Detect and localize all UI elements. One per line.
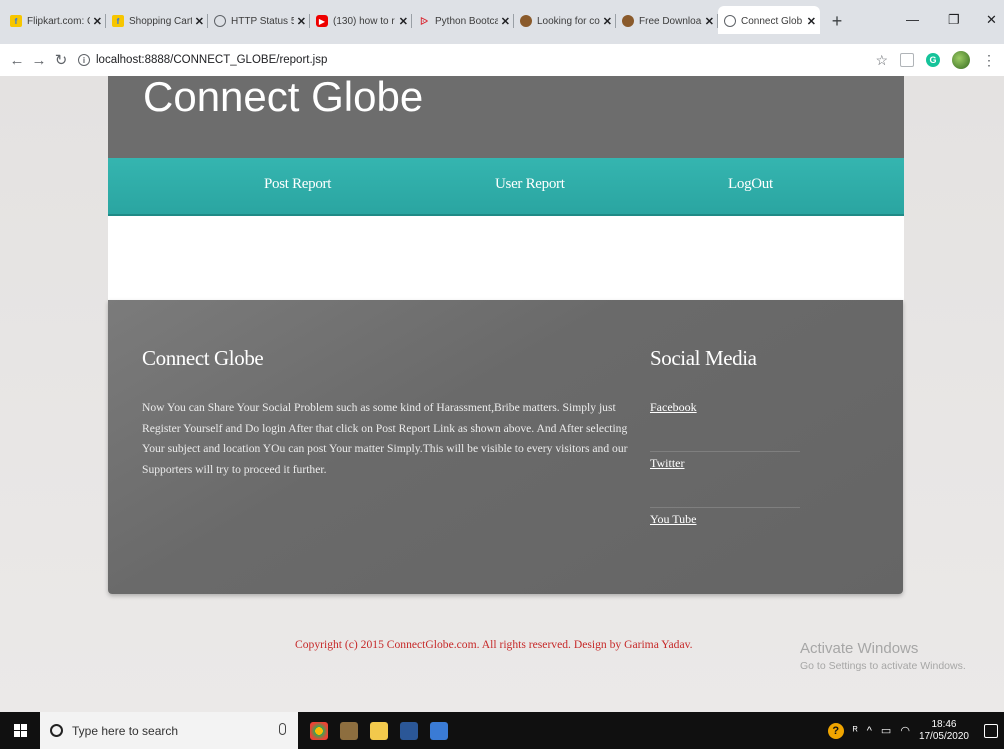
social-links: Facebook Twitter You Tube: [650, 396, 800, 564]
notification-icon[interactable]: [984, 723, 998, 738]
ball-icon: [622, 15, 634, 27]
file-explorer-icon[interactable]: [370, 721, 388, 740]
url-text[interactable]: localhost:8888/CONNECT_GLOBE/report.jsp: [96, 54, 327, 66]
footer-about-heading: Connect Globe: [142, 346, 264, 370]
tab-http-status[interactable]: HTTP Status 50 ✕: [208, 10, 310, 32]
footer-social-heading: Social Media: [650, 346, 757, 370]
tab-connect-globe[interactable]: Connect Glob ✕: [718, 6, 820, 34]
restore-icon[interactable]: ❐: [948, 12, 960, 28]
nav-user-report[interactable]: User Report: [495, 176, 565, 193]
close-window-icon[interactable]: ✕: [986, 12, 997, 28]
chevron-up-icon[interactable]: ^: [867, 725, 872, 737]
chrome-icon[interactable]: [310, 721, 328, 740]
activate-windows-watermark: Activate Windows Go to Settings to activ…: [800, 640, 966, 672]
address-bar[interactable]: i localhost:8888/CONNECT_GLOBE/report.js…: [78, 54, 327, 66]
site-nav: Post Report User Report LogOut: [108, 158, 904, 216]
tab-free-download[interactable]: Free Downloa ✕: [616, 10, 718, 32]
tab-title: HTTP Status 50: [231, 15, 294, 27]
tab-title: Shopping Cart: [129, 15, 192, 27]
menu-kebab-icon[interactable]: ⋮: [982, 52, 996, 69]
twitter-link[interactable]: Twitter: [650, 452, 800, 508]
footer-about-text: Now You can Share Your Social Problem su…: [142, 401, 628, 476]
taskbar-search[interactable]: Type here to search: [40, 712, 298, 749]
windows-taskbar: Type here to search ? ᴿ ^ ▭ ◠ 18:46 17/0…: [0, 712, 1004, 749]
tab-title: Connect Glob: [741, 15, 803, 27]
taskbar-apps: [310, 721, 448, 740]
grammarly-icon[interactable]: G: [926, 53, 940, 67]
forward-arrow-icon[interactable]: →: [28, 52, 50, 69]
page-viewport: Connect Globe Post Report User Report Lo…: [0, 76, 1004, 712]
clock-date: 17/05/2020: [918, 730, 969, 742]
flipkart-icon: f: [112, 15, 124, 27]
close-icon[interactable]: ✕: [603, 15, 612, 28]
close-icon[interactable]: ✕: [297, 15, 306, 28]
copyright-text: Copyright (c) 2015 ConnectGlobe.com. All…: [295, 638, 693, 651]
browser-toolbar: ← → ↻ i localhost:8888/CONNECT_GLOBE/rep…: [0, 44, 1004, 76]
activate-subtitle: Go to Settings to activate Windows.: [800, 660, 966, 672]
windows-logo-icon: [13, 724, 27, 737]
site-footer: Connect Globe Now You can Share Your Soc…: [108, 300, 903, 594]
youtube-icon: ▶: [316, 15, 328, 27]
tab-title: (130) how to r: [333, 15, 395, 27]
tab-python-bootcamp[interactable]: ᐉ Python Bootca ✕: [412, 10, 514, 32]
udemy-icon: ᐉ: [419, 15, 429, 28]
tab-flipkart[interactable]: f Flipkart.com: C ✕: [4, 10, 106, 32]
profile-avatar-icon[interactable]: [952, 51, 970, 69]
wifi-icon[interactable]: ◠: [900, 724, 910, 737]
main-content: [108, 216, 904, 300]
microphone-icon[interactable]: [279, 723, 286, 735]
globe-icon: [214, 15, 226, 27]
cortana-icon: [50, 724, 63, 737]
start-button[interactable]: [0, 712, 40, 749]
tab-list: f Flipkart.com: C ✕ f Shopping Cart ✕ HT…: [4, 6, 848, 34]
site-header: Connect Globe: [108, 76, 904, 158]
battery-icon[interactable]: ▭: [881, 724, 891, 737]
system-tray: ? ᴿ ^ ▭ ◠ 18:46 17/05/2020: [827, 712, 1004, 749]
netbeans-icon[interactable]: [400, 721, 418, 740]
app-icon[interactable]: [340, 721, 358, 740]
bookmark-star-icon[interactable]: ☆: [875, 52, 888, 69]
info-icon[interactable]: i: [78, 54, 90, 66]
close-icon[interactable]: ✕: [705, 15, 714, 28]
nav-logout[interactable]: LogOut: [728, 176, 773, 193]
youtube-link[interactable]: You Tube: [650, 508, 800, 564]
minimize-icon[interactable]: —: [906, 12, 919, 27]
new-tab-button[interactable]: +: [826, 10, 848, 32]
back-arrow-icon[interactable]: ←: [6, 52, 28, 69]
globe-icon: [724, 15, 736, 27]
tab-youtube[interactable]: ▶ (130) how to r ✕: [310, 10, 412, 32]
close-icon[interactable]: ✕: [501, 15, 510, 28]
clock[interactable]: 18:46 17/05/2020: [919, 719, 969, 743]
help-icon[interactable]: ?: [827, 722, 844, 739]
clock-time: 18:46: [931, 718, 957, 730]
person-icon[interactable]: ᴿ: [853, 725, 858, 737]
site-title: Connect Globe: [143, 76, 424, 120]
tab-looking-for[interactable]: Looking for co ✕: [514, 10, 616, 32]
tab-shopping-cart[interactable]: f Shopping Cart ✕: [106, 10, 208, 32]
flipkart-icon: f: [10, 15, 22, 27]
extension-icon[interactable]: [900, 53, 914, 67]
search-placeholder: Type here to search: [72, 723, 179, 738]
tab-title: Looking for co: [537, 15, 600, 27]
close-icon[interactable]: ✕: [195, 15, 204, 28]
browser-tab-strip: f Flipkart.com: C ✕ f Shopping Cart ✕ HT…: [0, 0, 1004, 44]
ball-icon: [520, 15, 532, 27]
mysql-icon[interactable]: [430, 721, 448, 740]
toolbar-actions: ☆ G ⋮: [875, 44, 996, 76]
close-icon[interactable]: ✕: [399, 15, 408, 28]
nav-post-report[interactable]: Post Report: [264, 176, 331, 193]
tab-title: Flipkart.com: C: [27, 15, 90, 27]
facebook-link[interactable]: Facebook: [650, 396, 800, 452]
close-icon[interactable]: ✕: [93, 15, 102, 28]
tab-title: Free Downloa: [639, 15, 702, 27]
tab-title: Python Bootca: [435, 15, 498, 27]
reload-icon[interactable]: ↻: [50, 51, 72, 69]
activate-title: Activate Windows: [800, 640, 919, 657]
close-icon[interactable]: ✕: [807, 15, 816, 28]
